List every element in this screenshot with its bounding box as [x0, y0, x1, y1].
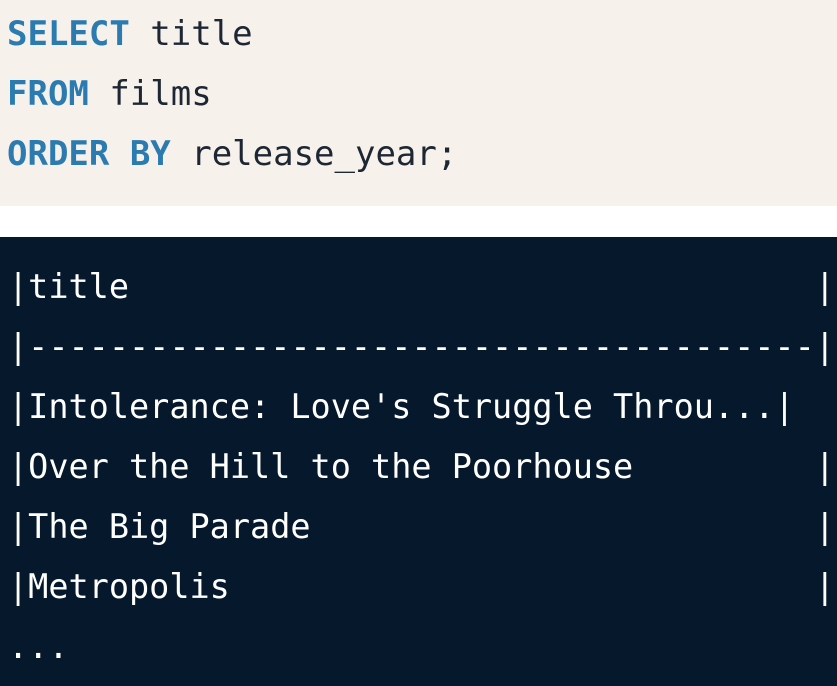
sql-code-panel: SELECT title FROM films ORDER BY release…: [0, 0, 837, 206]
keyword-select: SELECT: [7, 14, 130, 54]
output-separator-row: |---------------------------------------…: [8, 327, 835, 366]
output-header-row: |title |: [8, 267, 835, 306]
keyword-from: FROM: [7, 74, 89, 114]
code-text-from: films: [88, 74, 212, 114]
output-row: |Intolerance: Love's Struggle Throu...|: [8, 387, 795, 426]
code-line-order-by: ORDER BY release_year;: [7, 122, 837, 182]
query-output-panel: |title | |------------------------------…: [0, 237, 837, 686]
keyword-order-by: ORDER BY: [7, 134, 171, 174]
output-row: |The Big Parade |: [8, 507, 835, 546]
output-row: |Metropolis |: [8, 567, 835, 606]
code-text-order-by: release_year;: [170, 134, 458, 174]
output-row: |Over the Hill to the Poorhouse |: [8, 447, 835, 486]
output-ellipsis: ...: [8, 627, 69, 666]
code-text-select: title: [129, 14, 253, 54]
code-line-select: SELECT title: [7, 2, 837, 62]
code-line-from: FROM films: [7, 62, 837, 122]
